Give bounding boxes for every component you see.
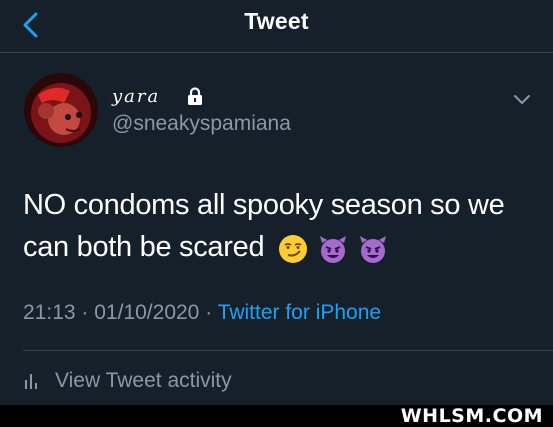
emoji-group: [278, 234, 390, 276]
page-title: Tweet: [244, 8, 309, 34]
tweet-meta: 21:13 · 01/10/2020 · Twitter for iPhone: [23, 301, 381, 325]
smirking-face-emoji: [279, 235, 308, 263]
top-bar: Tweet: [0, 0, 553, 53]
smiling-imp-emoji: [319, 236, 346, 263]
display-name[interactable]: yara: [112, 86, 160, 107]
tweet-date: 01/10/2020: [94, 301, 200, 324]
view-activity-button[interactable]: View Tweet activity: [23, 369, 232, 393]
avatar[interactable]: [24, 73, 98, 147]
watermark: WHLSM.COM: [400, 405, 543, 427]
chevron-down-icon[interactable]: [512, 92, 532, 106]
avatar-image: [24, 73, 98, 147]
tweet-body: NO condoms all spooky season so we can b…: [23, 184, 543, 276]
meta-separator: ·: [81, 301, 89, 324]
lock-icon: [188, 87, 202, 105]
tweet-time: 21:13: [23, 301, 76, 324]
meta-separator: ·: [205, 301, 213, 324]
user-handle[interactable]: @sneakyspamiana: [112, 112, 291, 136]
smiling-imp-emoji: [359, 236, 386, 263]
tweet-source-link[interactable]: Twitter for iPhone: [218, 301, 381, 324]
tweet-text: NO condoms all spooky season so we can b…: [23, 189, 505, 263]
bar-chart-icon: [25, 374, 37, 389]
view-activity-label: View Tweet activity: [55, 369, 232, 392]
divider: [23, 350, 553, 351]
